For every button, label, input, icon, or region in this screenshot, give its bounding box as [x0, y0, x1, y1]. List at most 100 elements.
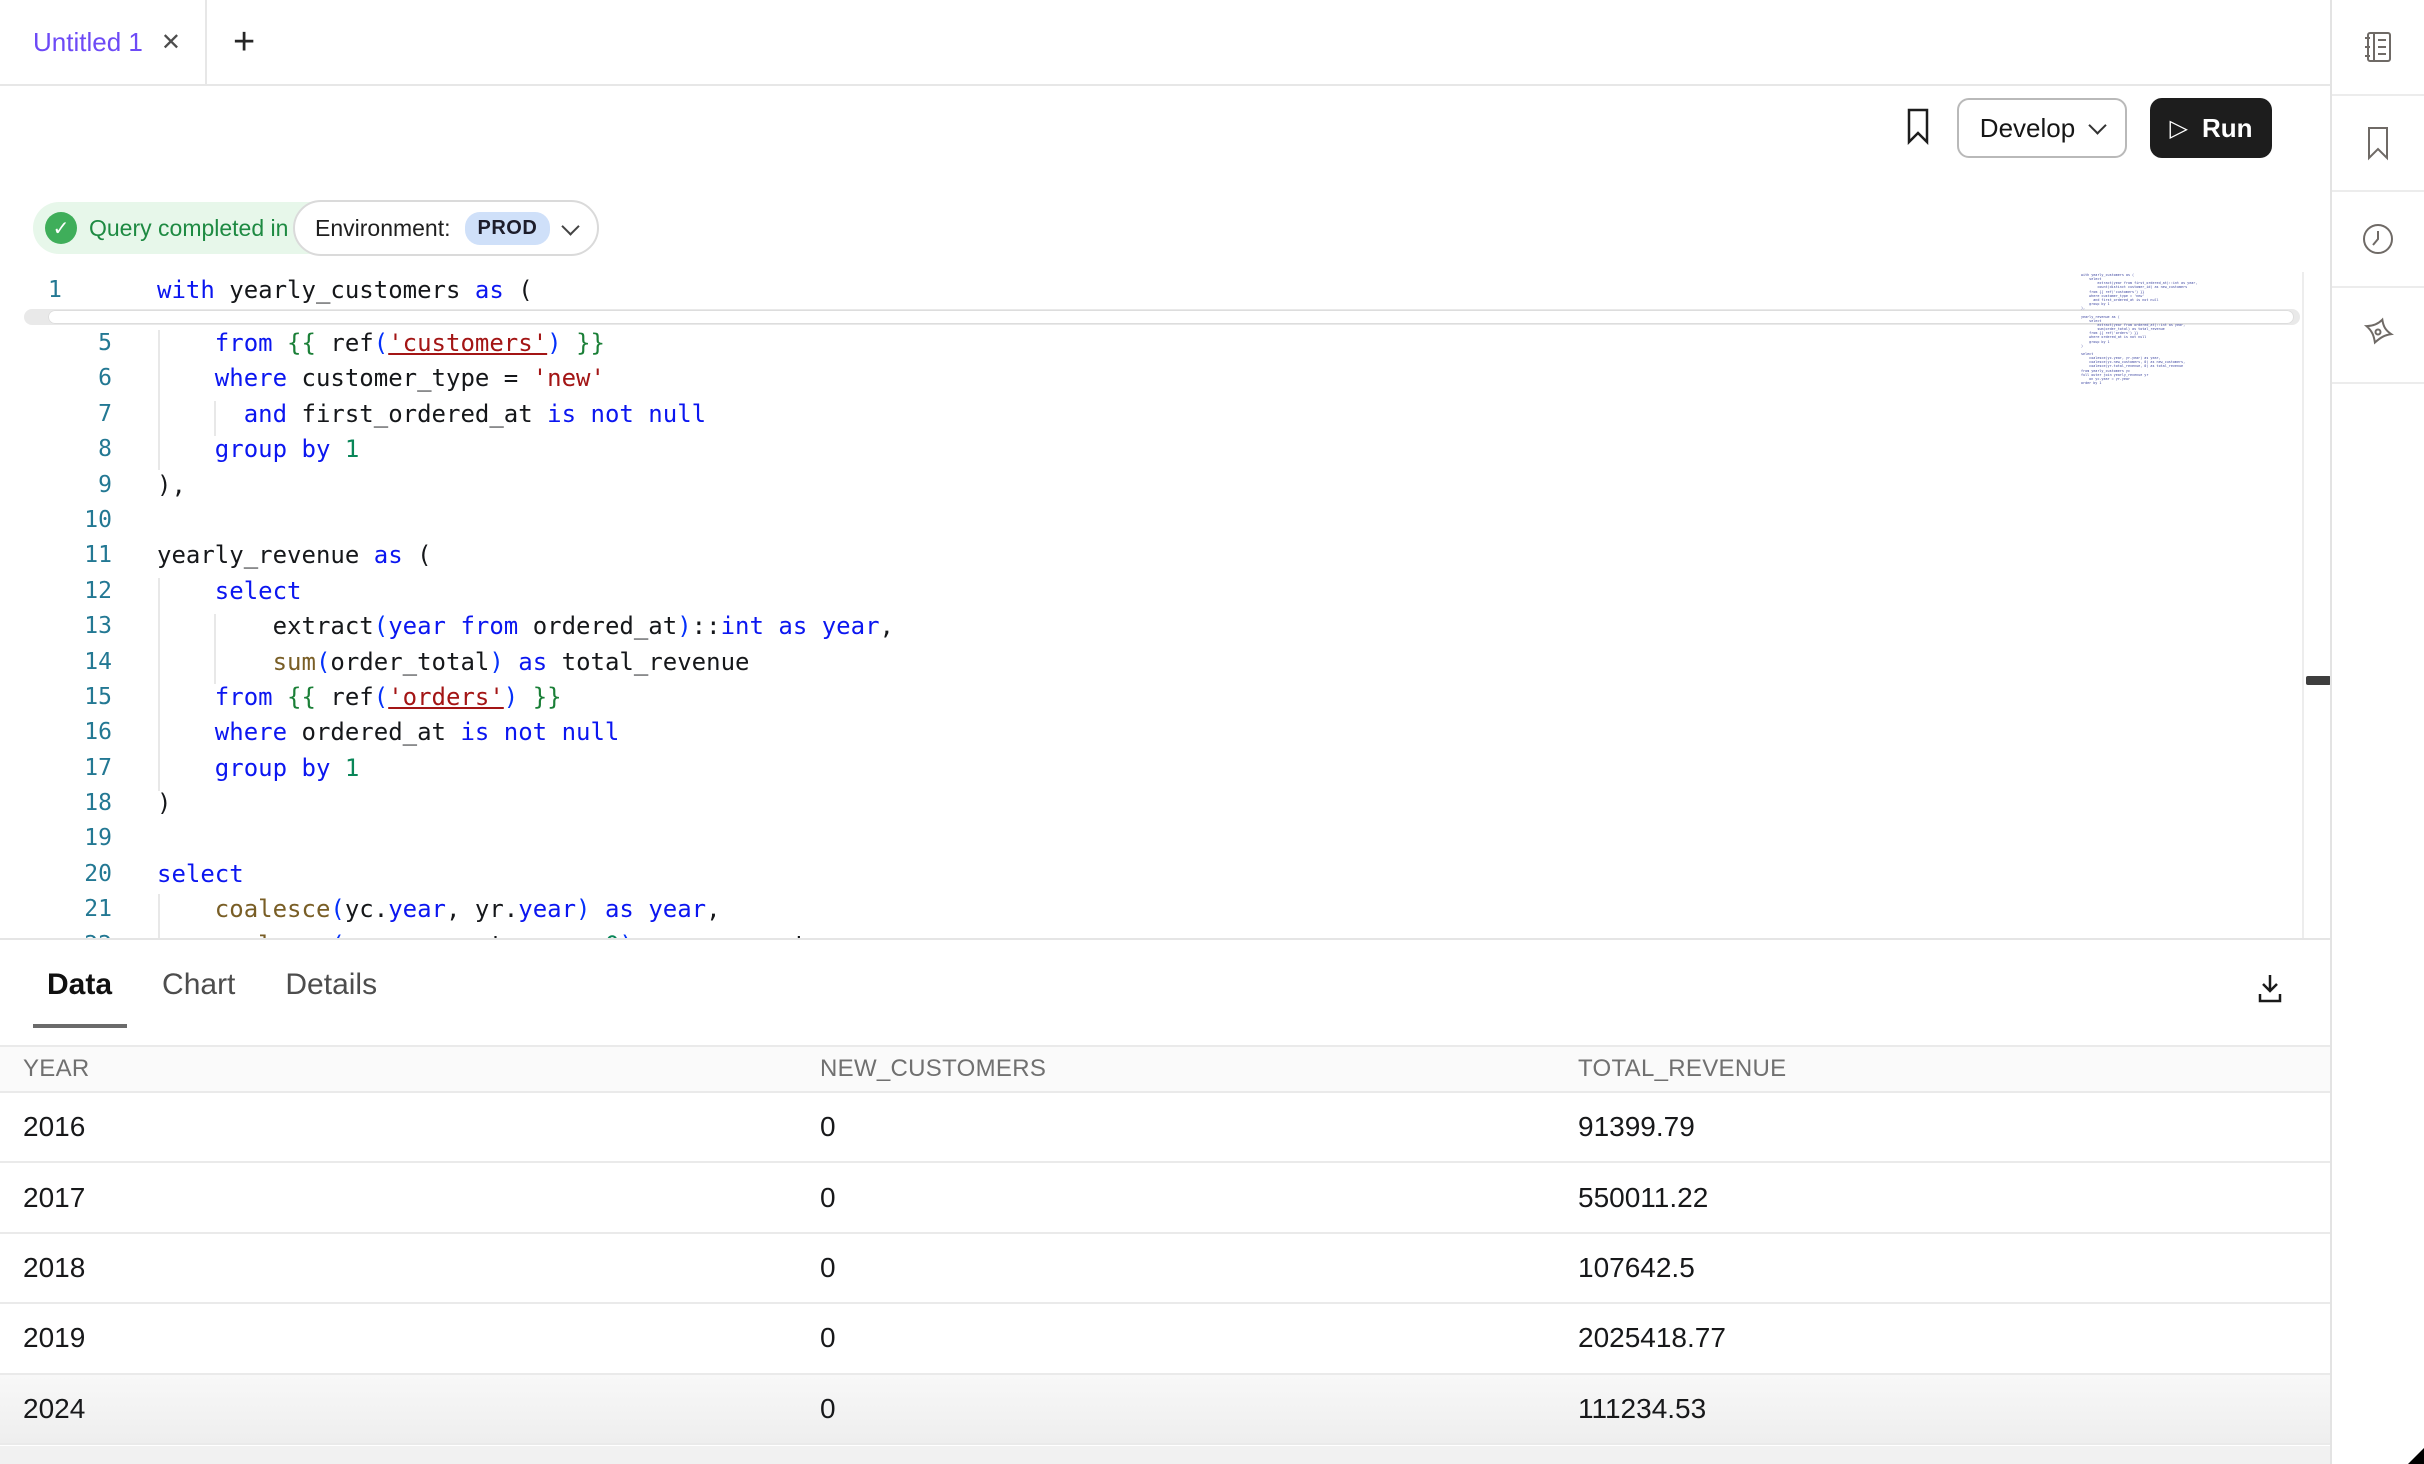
code-line[interactable]: 9), [0, 468, 2302, 503]
cell-year: 2017 [23, 1182, 820, 1214]
minimap-code: with yearly_customers as ( select extrac… [2081, 273, 2287, 385]
table-row[interactable]: 20180107642.5 [0, 1234, 2330, 1304]
column-header-total_revenue: TOTAL_REVENUE [1578, 1055, 2330, 1083]
table-row[interactable]: 20240111234.53 [0, 1375, 2330, 1445]
line-number: 20 [0, 857, 112, 892]
close-icon[interactable]: ✕ [161, 28, 181, 57]
code-line-text: where customer_type = 'new' [157, 361, 605, 396]
line-number: 17 [0, 751, 112, 786]
code-line[interactable]: 17 group by 1 [0, 751, 2302, 786]
line-number: 15 [0, 680, 112, 715]
line-number: 16 [0, 715, 112, 750]
resize-corner[interactable] [2408, 1448, 2424, 1464]
code-line[interactable]: 7 and first_ordered_at is not null [0, 397, 2302, 432]
table-bottom-scroll-track[interactable] [0, 1446, 2330, 1464]
new-tab-button[interactable]: + [233, 23, 255, 61]
environment-label: Environment: [315, 215, 451, 242]
code-line[interactable]: 15 from {{ ref('orders') }} [0, 680, 2302, 715]
develop-button[interactable]: Develop [1957, 98, 2127, 158]
code-line[interactable]: 22 coalesce(yc.new_customers, 0) as new_… [0, 928, 2302, 938]
code-line[interactable]: 21 coalesce(yc.year, yr.year) as year, [0, 892, 2302, 927]
code-line-text: ), [157, 468, 186, 503]
horizontal-scrollbar[interactable] [24, 309, 2300, 325]
cell-total_revenue: 111234.53 [1578, 1393, 2330, 1425]
tab-data[interactable]: Data [47, 968, 112, 1002]
cell-total_revenue: 2025418.77 [1578, 1322, 2330, 1354]
code-line[interactable]: 8 group by 1 [0, 432, 2302, 467]
horizontal-scrollbar-thumb[interactable] [48, 310, 2294, 324]
line-number: 6 [0, 361, 112, 396]
rail-item-history[interactable] [2332, 192, 2424, 288]
code-line-text: and first_ordered_at is not null [157, 397, 706, 432]
line-number: 14 [0, 645, 112, 680]
code-line-text: coalesce(yc.year, yr.year) as year, [157, 892, 721, 927]
code-lines: 5 from {{ ref('customers') }}6 where cus… [0, 326, 2302, 938]
sticky-code-line[interactable]: 1with yearly_customers as ( [0, 272, 2302, 308]
tab-chart[interactable]: Chart [162, 968, 235, 1002]
cell-year: 2016 [23, 1111, 820, 1143]
code-line-text: ) [157, 786, 171, 821]
line-number: 9 [0, 468, 112, 503]
code-line[interactable]: 6 where customer_type = 'new' [0, 361, 2302, 396]
cell-new_customers: 0 [820, 1252, 1578, 1284]
check-circle-icon: ✓ [45, 212, 77, 244]
environment-selector[interactable]: Environment: PROD [293, 200, 599, 256]
code-line-text: from {{ ref('orders') }} [157, 680, 562, 715]
line-number: 18 [0, 786, 112, 821]
chevron-down-icon [562, 217, 580, 235]
code-line-text: select [157, 857, 244, 892]
code-line-text: from {{ ref('customers') }} [157, 326, 605, 361]
toolbar: Develop ▷ Run [0, 86, 2330, 172]
results-tabs: Data Chart Details [47, 968, 377, 1002]
code-line[interactable]: 18) [0, 786, 2302, 821]
code-line[interactable]: 5 from {{ ref('customers') }} [0, 326, 2302, 361]
cell-total_revenue: 550011.22 [1578, 1182, 2330, 1214]
clock-history-icon [2359, 220, 2397, 258]
indent-guide [158, 330, 160, 470]
tab-untitled-1[interactable]: Untitled 1 ✕ [0, 0, 207, 84]
cell-new_customers: 0 [820, 1182, 1578, 1214]
table-row[interactable]: 2016091399.79 [0, 1093, 2330, 1163]
code-line[interactable]: 11yearly_revenue as ( [0, 538, 2302, 573]
dbt-logo-icon [2358, 315, 2398, 355]
code-line[interactable]: 10 [0, 503, 2302, 538]
code-line[interactable]: 19 [0, 821, 2302, 856]
code-line-text: where ordered_at is not null [157, 715, 619, 750]
notebook-icon [2359, 28, 2397, 66]
code-line[interactable]: 16 where ordered_at is not null [0, 715, 2302, 750]
cell-total_revenue: 91399.79 [1578, 1111, 2330, 1143]
code-line[interactable]: 20 select [0, 857, 2302, 892]
code-line[interactable]: 13 extract(year from ordered_at)::int as… [0, 609, 2302, 644]
code-line-text: select [157, 574, 302, 609]
line-number: 8 [0, 432, 112, 467]
tab-details[interactable]: Details [285, 968, 377, 1002]
indent-guide [158, 894, 160, 938]
editor-vertical-scrollbar[interactable] [2302, 272, 2330, 938]
rail-item-notebook[interactable] [2332, 0, 2424, 96]
bookmark-icon[interactable] [1902, 106, 1934, 151]
rail-item-bookmarks[interactable] [2332, 96, 2424, 192]
ide-window: Untitled 1 ✕ + Develop ▷ Run ✓ Query com… [0, 0, 2424, 1464]
cell-year: 2019 [23, 1322, 820, 1354]
column-header-year: YEAR [23, 1055, 820, 1083]
cell-year: 2024 [23, 1393, 820, 1425]
bookmark-icon [2360, 124, 2396, 162]
cell-year: 2018 [23, 1252, 820, 1284]
line-number: 12 [0, 574, 112, 609]
table-header-row: YEARNEW_CUSTOMERSTOTAL_REVENUE [0, 1045, 2330, 1093]
line-number: 13 [0, 609, 112, 644]
code-editor[interactable]: 1with yearly_customers as ( 5 from {{ re… [0, 272, 2302, 938]
vertical-scrollbar-thumb[interactable] [2306, 676, 2331, 685]
run-button[interactable]: ▷ Run [2150, 98, 2272, 158]
line-number: 1 [0, 272, 112, 308]
download-icon[interactable] [2252, 970, 2288, 1011]
table-row[interactable]: 201902025418.77 [0, 1304, 2330, 1374]
editor-minimap[interactable]: with yearly_customers as ( select extrac… [2081, 273, 2287, 395]
indent-guide [214, 401, 216, 436]
line-number: 5 [0, 326, 112, 361]
rail-item-dbt[interactable] [2332, 288, 2424, 384]
code-line[interactable]: 14 sum(order_total) as total_revenue [0, 645, 2302, 680]
indent-guide [158, 578, 160, 791]
code-line[interactable]: 12 select [0, 574, 2302, 609]
table-row[interactable]: 20170550011.22 [0, 1163, 2330, 1233]
